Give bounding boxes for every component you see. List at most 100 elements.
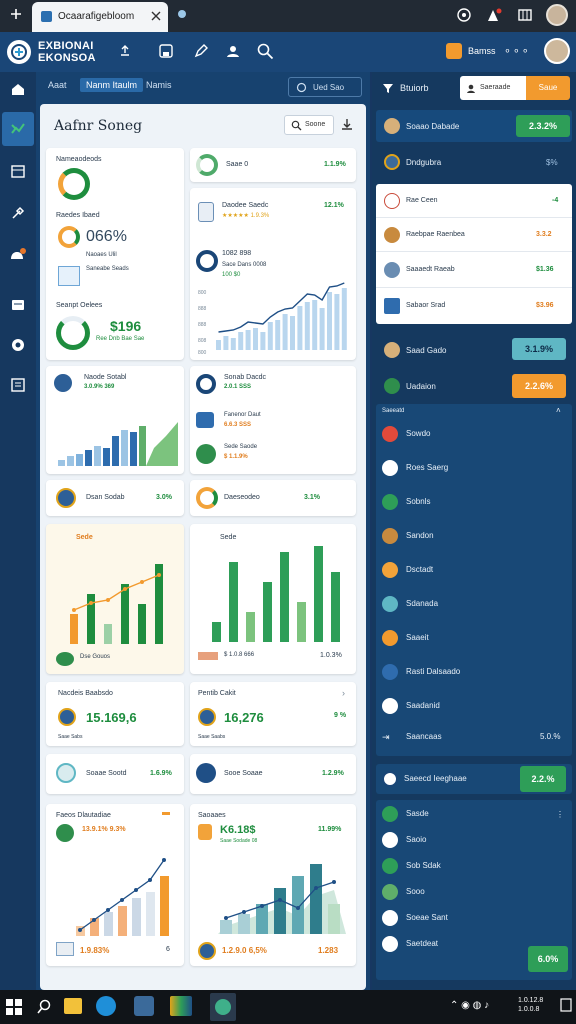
right-item[interactable]: Soaao Dabade 2.3.2% — [376, 110, 572, 142]
doc-icon — [198, 202, 214, 222]
right-item[interactable]: Rae Ceen -4 — [376, 184, 572, 218]
right-item[interactable]: Dndgubra $% — [376, 148, 572, 178]
save-icon[interactable] — [158, 43, 174, 59]
windows-start-icon[interactable] — [6, 999, 22, 1015]
clock[interactable]: 1.0.12.8 1.0.0.8 — [518, 996, 543, 1014]
dashboard-icon[interactable] — [2, 112, 34, 146]
app-icon-1[interactable] — [134, 996, 154, 1016]
users-icon[interactable] — [225, 43, 241, 59]
bar — [319, 308, 325, 350]
avatar — [384, 342, 400, 358]
list-card-5[interactable]: Sonab Dacdc 2.0.1 SSS Fanenor Daut 6.6.3… — [190, 366, 356, 474]
bar-card-4[interactable]: Naode Sotabl 3.0.9% 369 — [46, 366, 184, 474]
close-tab-icon[interactable] — [151, 11, 161, 21]
tab-extra-icon[interactable] — [176, 9, 188, 21]
item-label: Dsctadt — [406, 565, 434, 574]
point — [148, 878, 152, 882]
left-rail — [0, 72, 36, 990]
browser-avatar[interactable] — [546, 4, 568, 26]
tab-overview[interactable]: Aaat — [48, 80, 67, 90]
right-search-input[interactable]: Saeraade — [460, 76, 526, 100]
notification-icon[interactable] — [486, 8, 502, 22]
more-icon[interactable]: ∘∘∘ — [504, 44, 531, 57]
user-name[interactable]: Bamss — [468, 46, 496, 56]
bar — [146, 892, 155, 936]
app-icon-3[interactable] — [210, 993, 236, 1021]
alerts-icon[interactable] — [0, 238, 36, 272]
kpi-card-10[interactable]: Nacdeis Baabsdo 15.169,6 Saae Sabs — [46, 682, 184, 746]
section-list-item[interactable]: Dsctadt — [376, 556, 572, 586]
section-list-item[interactable]: Sowdo — [376, 420, 572, 450]
bar — [112, 436, 119, 466]
home-icon[interactable] — [0, 72, 36, 106]
kpi-card-11[interactable]: Pentib Cakit › 16,276 9 % Saae Saabs — [190, 682, 356, 746]
tabs-icon[interactable] — [518, 8, 532, 22]
browser-tab[interactable]: Ocaarafigebloom — [32, 2, 168, 32]
app-icon-2[interactable] — [170, 996, 192, 1016]
kpi-card-6[interactable]: Dsan Sodab 3.0% — [46, 480, 184, 516]
tray-icons[interactable]: ⌃ ◉ ◍ ♪ — [450, 1000, 489, 1011]
section-list-item[interactable]: Saadanid — [376, 692, 572, 722]
bar — [341, 288, 347, 350]
edit-icon[interactable] — [193, 43, 209, 59]
right-card-2[interactable]: Saeecd Ieeghaae 2.2.% — [376, 764, 572, 794]
area-chart-card-15[interactable]: Saoaaes K6.18$ 11.99% Saae Sodade 08 1.2… — [190, 804, 356, 966]
summary-card-1[interactable]: Nameaodeods Raedes Ibaed 066% Naoaes Uli… — [46, 148, 184, 360]
download-icon[interactable] — [340, 117, 354, 131]
archive-icon[interactable] — [0, 368, 36, 402]
bar — [70, 614, 78, 644]
chevron-up-icon[interactable]: ˄ — [556, 406, 561, 415]
kpi12-icon — [56, 763, 76, 783]
section-2-item[interactable]: Soeae Sant — [376, 906, 572, 930]
section-list-item[interactable]: Rasti Dalsaado — [376, 658, 572, 688]
sub-action-button[interactable]: Ued Sao — [288, 77, 362, 97]
browser-icon[interactable] — [96, 996, 116, 1016]
section-list-item[interactable]: Sobnls — [376, 488, 572, 518]
help-icon[interactable] — [457, 8, 471, 22]
settings-icon[interactable] — [0, 328, 36, 362]
search-button[interactable]: Soone — [284, 115, 334, 135]
right-item[interactable]: Sabaor Srad $3.96 — [376, 288, 572, 324]
avatar — [384, 262, 400, 278]
card-pct: 066% — [86, 228, 127, 245]
filter-icon[interactable] — [382, 82, 394, 94]
tab-names[interactable]: Namis — [146, 80, 172, 90]
file-explorer-icon[interactable] — [64, 998, 82, 1014]
trend-card-3[interactable]: Daodee Saedc ★★★★★ 1.9.3% 12.1% 1082 898… — [190, 188, 356, 360]
right-item[interactable]: Uadaion 2.2.6% — [376, 372, 572, 402]
export-icon[interactable] — [118, 44, 132, 58]
notification-center-icon[interactable] — [560, 998, 572, 1012]
section-list-item[interactable]: Saaeit — [376, 624, 572, 654]
expand-icon[interactable]: ⇥ — [382, 732, 390, 743]
chevron-right-icon[interactable]: › — [342, 688, 345, 698]
kpi-card-12[interactable]: Soaae Sootd 1.6.9% — [46, 754, 184, 794]
user-avatar[interactable] — [544, 38, 570, 64]
taskbar-search-icon[interactable] — [36, 999, 52, 1015]
bar-chart-card-9[interactable]: Sede $ 1.0.8 666 1.0.3% — [190, 524, 356, 674]
right-item[interactable]: Raebpae Raenbea 3.3.2 — [376, 218, 572, 252]
calendar-icon[interactable] — [0, 154, 36, 188]
section-2-item[interactable]: Saoio — [376, 828, 572, 852]
growth-chart-card-14[interactable]: Faeos Dlautadiae 13.9.1% 9.3% 1.9.83% 6 — [46, 804, 184, 966]
right-item[interactable]: Saaaedt Raeab $1.36 — [376, 252, 572, 288]
section-list-item[interactable]: Sandon — [376, 522, 572, 552]
right-action-button[interactable]: Saue — [526, 76, 570, 100]
kpi-card-7[interactable]: Daeseodeo 3.1% — [190, 480, 356, 516]
section-2-item[interactable]: Sasde — [376, 802, 572, 826]
bar — [216, 340, 221, 350]
kpi-card-13[interactable]: Sooe Soaae 1.2.9% — [190, 754, 356, 794]
tab-active[interactable]: Nanm Itaulm — [80, 78, 144, 92]
item-label: Saadanid — [406, 701, 440, 710]
section-2-item[interactable]: Sob Sdak — [376, 854, 572, 878]
section-2-item[interactable]: Sooo — [376, 880, 572, 904]
reports-icon[interactable] — [0, 288, 36, 322]
section-list-item[interactable]: Sdanada — [376, 590, 572, 620]
new-tab-icon[interactable] — [9, 7, 23, 21]
search-icon[interactable] — [256, 42, 274, 60]
section-list-item[interactable]: Roes Saerg — [376, 454, 572, 484]
right-item[interactable]: Saad Gado 3.1.9% — [376, 334, 572, 366]
mixed-chart-card-8[interactable]: Sede Dse Gouos — [46, 524, 184, 674]
tools-icon[interactable] — [0, 196, 36, 230]
tick-label: 800 — [198, 290, 207, 296]
kpi-card-2[interactable]: Saae 0 1.1.9% — [190, 148, 356, 182]
